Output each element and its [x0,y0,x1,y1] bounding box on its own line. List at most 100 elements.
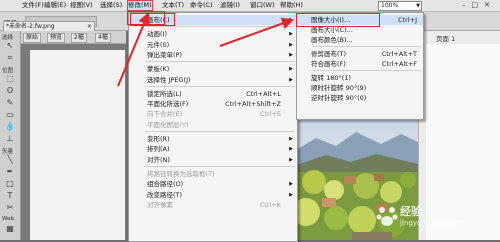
watermark-url: jingyan.baidu.com [400,219,465,227]
canvas-menu-item-7[interactable]: 旋转 180°(1) [297,73,423,83]
menu-help[interactable]: 帮助(H) [280,1,303,10]
modify-menu-item-4[interactable]: 弹出菜单(P) ▶ [129,50,297,60]
page-tab[interactable]: 页面 1 [436,33,455,43]
view-preview-button[interactable]: 预览 [47,33,66,43]
modify-menu-item-10[interactable]: 平面化所选(F) Ctrl+Alt+Shift+Z [129,99,297,109]
chevron-right-icon: ▶ [289,191,293,198]
canvas-menu-item-4[interactable]: 修剪画布(T) Ctrl+Alt+T [297,49,423,59]
view-2up-button[interactable]: 2幅 [71,33,87,43]
modify-menu-item-16[interactable]: 对齐(N) ▶ [129,155,297,165]
chevron-right-icon: ▶ [289,17,293,23]
modify-menu-item-11[interactable]: 向下合并(E) Ctrl+E [129,109,297,119]
canvas-menu-item-label: 顺时针旋转 90°(9) [311,84,367,92]
modify-menu-item-label: 元件(S) [147,40,170,49]
tool-group-web: Web [2,216,14,222]
pen-icon[interactable]: ✒ [3,167,17,177]
modify-menu-item-20[interactable]: 改变路径(T) ▶ [129,190,297,200]
chevron-right-icon: ▶ [289,146,293,153]
menu-separator [145,131,295,132]
rectangle-icon[interactable]: □ [3,179,17,189]
menu-separator [145,61,295,63]
chevron-right-icon: ▶ [289,31,293,38]
knife-icon[interactable]: ✂ [3,203,17,213]
modify-menu-item-label: 变形(R) [147,135,170,143]
eraser-icon[interactable]: ▭ [3,110,17,120]
canvas-menu-item-label: 修剪画布(T) [311,50,347,58]
canvas-menu-item-shortcut: Ctrl+Alt+T [381,50,417,58]
canvas-menu-item-shortcut: Ctrl+J [398,16,417,24]
modify-menu-item-label: 对齐像素 [147,200,173,209]
canvas-menu-item-8[interactable]: 顺时针旋转 90°(9) [297,83,423,93]
canvas-menu-item-label: 逆时针旋转 90°(0) [311,94,367,102]
menu-commands[interactable]: 命令(C) [190,1,213,10]
zoom-select[interactable]: 100% ▼ [378,1,422,11]
modify-menu-item-label: 动画(I) [147,30,167,39]
modify-menu-item-9[interactable]: 锁定所选(L) Ctrl+Alt+L [129,89,297,99]
modify-menu-item-15[interactable]: 排列(A) ▶ [129,144,297,154]
canvas-item-highlight [130,13,175,26]
blur-icon[interactable]: 💧 [3,122,17,132]
modify-menu-item-shortcut: Ctrl+Alt+Shift+Z [225,100,281,109]
text-icon[interactable]: T [3,191,17,201]
menu-window[interactable]: 窗口(W) [250,1,275,10]
menu-separator [313,46,421,47]
menu-file[interactable]: 文件(F) [22,1,44,10]
image-size-highlight [296,13,380,27]
modify-menu-item-label: 选择性 JPEG(J) [147,75,191,84]
zoom-value: 100% [381,2,399,9]
modify-menu-item-3[interactable]: 元件(S) ▶ [129,40,297,50]
menu-separator [145,165,295,167]
canvas[interactable] [30,50,125,240]
watermark: 经验 jingyan.baidu.com [376,200,496,234]
menu-edit[interactable]: 编辑(E) [44,1,66,10]
brush-icon[interactable]: ✎ [3,98,17,108]
canvas-menu-item-5[interactable]: 符合画布(F) Ctrl+Alt+F [297,59,423,69]
rubber-stamp-icon[interactable]: ⊥ [3,134,17,144]
modify-menu-item-18[interactable]: 将路径转换为选取框(T) [129,169,297,179]
view-original-button[interactable]: 原始 [23,33,42,43]
marquee-icon[interactable]: ⬚ [3,74,17,84]
modify-menu-item-label: 蒙板(K) [147,65,170,74]
chevron-down-icon: ▼ [416,3,420,9]
menu-separator [313,70,421,71]
modify-menu-item-19[interactable]: 组合路径(O) ▶ [129,179,297,189]
menu-text[interactable]: 文本(T) [162,1,184,10]
modify-menu-item-label: 平面化所选(F) [147,100,189,109]
modify-menu-item-21[interactable]: 对齐像素 Ctrl+K [129,200,297,210]
modify-menu-item-label: 对齐(N) [147,155,170,164]
lasso-icon[interactable]: ʘ [3,86,17,96]
modify-menu-item-14[interactable]: 变形(R) ▶ [129,134,297,144]
close-icon[interactable]: × [87,22,92,31]
menu-separator [145,26,295,28]
menu-bar: 文件(F) 编辑(E) 视图(V) 选择(S) 修改(M) 文本(T) 命令(C… [0,0,500,12]
pointer-icon[interactable]: ↖ [3,41,17,51]
canvas-menu-item-2[interactable]: 画布颜色(B)... [297,35,423,45]
menu-view[interactable]: 视图(V) [70,1,93,10]
view-4up-button[interactable]: 4幅 [95,33,111,43]
modify-menu-item-label: 排列(A) [147,145,170,154]
modify-menu-item-2[interactable]: 动画(I) ▶ [129,29,297,39]
canvas-view-bar: 原始 预览 2幅 4幅 [21,31,126,44]
paw-logo-icon [376,207,398,226]
line-icon[interactable]: ╲ [3,155,17,165]
canvas-menu-item-label: 旋转 180°(1) [311,74,351,82]
menu-select[interactable]: 选择(S) [100,1,122,10]
modify-menu-item-12[interactable]: 平面化图层(Y) [129,120,297,130]
modify-menu-item-6[interactable]: 蒙板(K) ▶ [129,64,297,74]
modify-menu-item-shortcut: Ctrl+E [259,110,281,119]
modify-menu-item-label: 锁定所选(L) [147,89,182,98]
window-controls[interactable]: –□✕ [462,1,496,9]
canvas-menu-item-9[interactable]: 逆时针旋转 90°(0) [297,93,423,103]
chevron-right-icon: ▶ [289,181,293,188]
modify-menu-item-label: 改变路径(T) [147,190,183,199]
menu-separator [145,85,295,87]
crop-icon[interactable]: ⌗ [3,53,17,63]
tool-group-select: 选择 [2,35,14,41]
modify-menu-item-label: 向下合并(E) [147,110,183,119]
menu-modify[interactable]: 修改(M) [127,0,153,11]
modify-menu-item-7[interactable]: 选择性 JPEG(J) ▶ [129,75,297,85]
tools-panel: 选择 ↖ ⌗ 位图 ⬚ ʘ ✎ ▭ 💧 ⊥ 矢量 ╲ ✒ □ T ✂ Web ▦ [0,31,21,240]
tool-group-vector: 矢量 [2,149,14,155]
menu-filters[interactable]: 滤镜(I) [220,1,240,10]
hotspot-icon[interactable]: ▦ [3,224,17,234]
